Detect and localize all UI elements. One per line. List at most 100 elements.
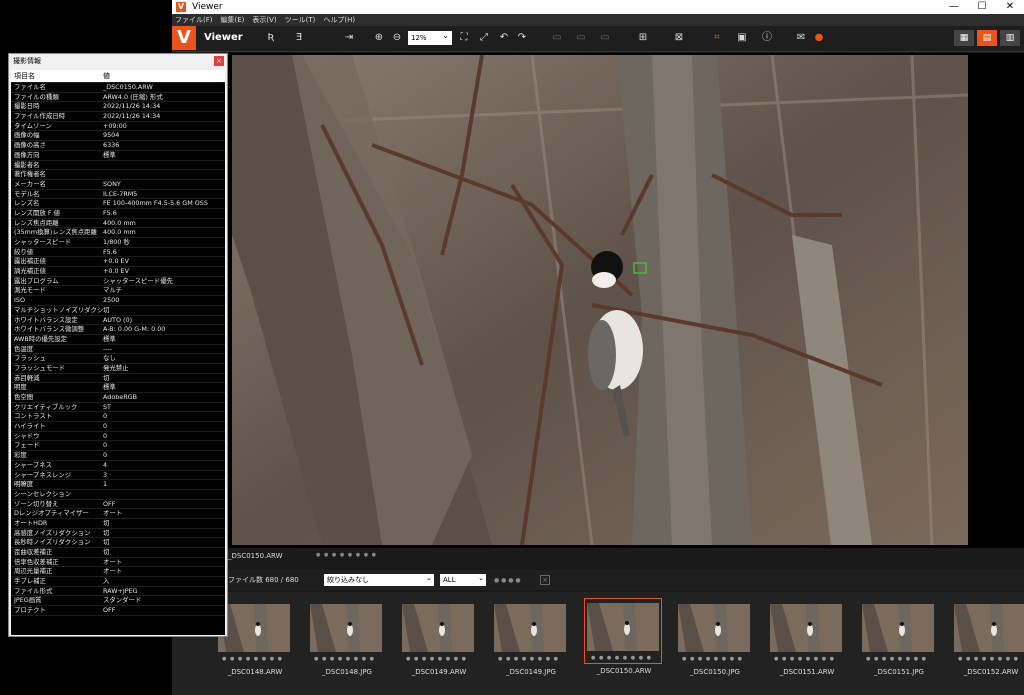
table-row[interactable]: ホワイトバランス微調整 A-B: 0.00 G-M: 0.00 — [11, 325, 225, 335]
table-row[interactable]: ファイル名 _DSC0150.ARW — [11, 83, 225, 93]
main-photo[interactable] — [232, 55, 968, 545]
table-row[interactable]: モデル名 ILCE-7RM5 — [11, 190, 225, 200]
table-row[interactable]: JPEG画質 スタンダード — [11, 596, 225, 607]
table-row[interactable]: フラッシュ なし — [11, 354, 225, 364]
thumbnail-rating-dots[interactable]: ● ● ● ● ● ● ● ● — [498, 656, 559, 662]
table-row[interactable]: 倍率色収差補正 オート — [11, 558, 225, 568]
table-row[interactable]: 調光補正値 +0.0 EV — [11, 267, 225, 277]
fit-icon[interactable]: ⛶ — [457, 31, 471, 45]
overlay-icon[interactable]: ⊠ — [672, 31, 686, 45]
table-row[interactable]: シャドウ 0 — [11, 432, 225, 442]
table-row[interactable]: ファイルの種類 ARW4.0 (圧縮) 形式 — [11, 93, 225, 103]
rotate-left-icon[interactable]: ↶ — [497, 31, 511, 45]
table-row[interactable]: 彩度 0 — [11, 451, 225, 461]
table-row[interactable]: プロテクト OFF — [11, 606, 225, 616]
filter-select[interactable]: 絞り込みなし — [324, 572, 434, 586]
zoom-out-icon[interactable]: ⊖ — [390, 31, 404, 45]
thumbnail[interactable]: ● ● ● ● ● ● ● ● _DSC0148.JPG — [308, 600, 386, 680]
thumbnail-rating-dots[interactable]: ● ● ● ● ● ● ● ● — [682, 656, 743, 662]
mail-icon[interactable]: ✉ — [794, 31, 808, 45]
single-view-button[interactable]: ▤ — [977, 30, 997, 46]
crop-icon[interactable]: ⌗ — [710, 31, 724, 45]
thumbnail[interactable]: ● ● ● ● ● ● ● ● _DSC0151.JPG — [860, 600, 938, 680]
thumbnail-rating-dots[interactable]: ● ● ● ● ● ● ● ● — [866, 656, 927, 662]
table-row[interactable]: 手ブレ補正 入 — [11, 577, 225, 587]
compare-center-icon[interactable]: ▭ — [574, 31, 588, 45]
e-icon[interactable]: Ǝ — [292, 31, 306, 45]
thumbnail-rating-dots[interactable]: ● ● ● ● ● ● ● ● — [222, 656, 283, 662]
table-row[interactable]: 色空間 AdobeRGB — [11, 393, 225, 403]
menu-file[interactable]: ファイル(F) — [175, 15, 213, 25]
rating-dots[interactable]: ● ● ● ● ● ● ● ● — [316, 552, 377, 558]
table-row[interactable]: ISO 2500 — [11, 296, 225, 306]
table-row[interactable]: 高感度ノイズリダクション 切 — [11, 529, 225, 539]
table-row[interactable]: 長秒時ノイズリダクション 切 — [11, 538, 225, 548]
menu-tools[interactable]: ツール(T) — [285, 15, 316, 25]
label-filter-dots[interactable]: ● ● ● ● — [494, 577, 521, 584]
table-row[interactable]: 著作権者名 — [11, 170, 225, 180]
table-row[interactable]: 明瞭度 1 — [11, 480, 225, 490]
table-row[interactable]: 周辺光量補正 オート — [11, 567, 225, 578]
thumbnail[interactable]: ● ● ● ● ● ● ● ● _DSC0149.ARW — [400, 600, 478, 680]
actual-size-icon[interactable]: ⤢ — [477, 31, 491, 45]
table-row[interactable]: シーンセレクション — [11, 490, 225, 500]
thumbnail[interactable]: ● ● ● ● ● ● ● ● _DSC0150.JPG — [676, 600, 754, 680]
table-row[interactable]: ファイル形式 RAW+JPEG — [11, 587, 225, 597]
thumbnail[interactable]: ● ● ● ● ● ● ● ● _DSC0151.ARW — [768, 600, 846, 680]
table-row[interactable]: 撮影者名 — [11, 161, 225, 171]
grid-view-button[interactable]: ▦ — [954, 30, 974, 46]
thumbnail-rating-dots[interactable]: ● ● ● ● ● ● ● ● — [591, 655, 652, 661]
thumbnail-rating-dots[interactable]: ● ● ● ● ● ● ● ● — [958, 656, 1019, 662]
table-row[interactable]: レンズ開放 F 値 F5.6 — [11, 209, 225, 219]
rating-filter-select[interactable]: ALL — [440, 572, 486, 586]
table-row[interactable]: フラッシュモード 発光禁止 — [11, 364, 225, 374]
table-row[interactable]: タイムゾーン +09:00 — [11, 122, 225, 132]
info-icon[interactable]: ⓘ — [760, 31, 774, 45]
thumbnail[interactable]: ● ● ● ● ● ● ● ● _DSC0152.ARW — [952, 600, 1024, 680]
table-row[interactable]: マルチショットノイズリダクション切 — [11, 306, 225, 316]
table-row[interactable]: シャープネスレンジ 3 — [11, 471, 225, 481]
table-row[interactable]: ハイライト 0 — [11, 422, 225, 432]
table-row[interactable]: レンズ名 FE 100-400mm F4.5-5.6 GM OSS — [11, 199, 225, 209]
zoom-in-icon[interactable]: ⊕ — [372, 31, 386, 45]
image-viewer[interactable] — [172, 53, 1024, 548]
thumbnail-rating-dots[interactable]: ● ● ● ● ● ● ● ● — [406, 656, 467, 662]
thumbnail[interactable]: ● ● ● ● ● ● ● ● _DSC0150.ARW — [584, 598, 662, 675]
table-row[interactable]: AWB時の優先設定 標準 — [11, 335, 225, 345]
table-row[interactable]: 画像の高さ 6336 — [11, 141, 225, 151]
export-icon[interactable]: ⇥ — [342, 31, 356, 45]
r-icon[interactable]: Ʀ — [264, 31, 278, 45]
table-row[interactable]: ゾーン切り替え OFF — [11, 500, 225, 510]
image-icon[interactable]: ▣ — [735, 31, 749, 45]
table-row[interactable]: コントラスト 0 — [11, 412, 225, 423]
table-row[interactable]: フェード 0 — [11, 441, 225, 452]
table-row[interactable]: オートHDR 切 — [11, 519, 225, 529]
table-row[interactable]: (35mm換算)レンズ焦点距離 400.0 mm — [11, 228, 225, 238]
thumbnail-rating-dots[interactable]: ● ● ● ● ● ● ● ● — [774, 656, 835, 662]
menu-edit[interactable]: 編集(E) — [221, 15, 245, 25]
table-row[interactable]: Dレンジオプティマイザー オート — [11, 509, 225, 519]
close-button[interactable]: ✕ — [996, 0, 1024, 14]
compare-view-button[interactable]: ▥ — [1000, 30, 1020, 46]
table-row[interactable]: 絞り値 F5.6 — [11, 248, 225, 258]
minimize-button[interactable]: — — [940, 0, 968, 14]
table-row[interactable]: 撮影日時 2022/11/26 14:34 — [11, 102, 225, 113]
zoom-select[interactable]: 12% — [408, 29, 452, 45]
table-row[interactable]: レンズ焦点距離 400.0 mm — [11, 219, 225, 229]
maximize-button[interactable]: ☐ — [968, 0, 996, 14]
table-row[interactable]: 測光モード マルチ — [11, 286, 225, 297]
table-row[interactable]: 露出プログラム シャッタースピード優先 — [11, 277, 225, 287]
rotate-right-icon[interactable]: ↷ — [515, 31, 529, 45]
table-row[interactable]: メーカー名 SONY — [11, 180, 225, 190]
table-row[interactable]: シャープネス 4 — [11, 461, 225, 471]
table-row[interactable]: シャッタースピード 1/800 秒 — [11, 238, 225, 248]
close-icon[interactable]: × — [214, 56, 224, 66]
badge-icon[interactable]: ● — [812, 31, 826, 45]
table-row[interactable]: ファイル作成日時 2022/11/26 14:34 — [11, 112, 225, 122]
grid-icon[interactable]: ⊞ — [636, 31, 650, 45]
table-row[interactable]: クリエイティブルック ST — [11, 403, 225, 413]
compare-left-icon[interactable]: ▭ — [550, 31, 564, 45]
table-row[interactable]: 露出補正値 +0.0 EV — [11, 257, 225, 268]
clear-filter-icon[interactable]: × — [540, 575, 550, 585]
table-row[interactable]: 画像の幅 9504 — [11, 131, 225, 142]
